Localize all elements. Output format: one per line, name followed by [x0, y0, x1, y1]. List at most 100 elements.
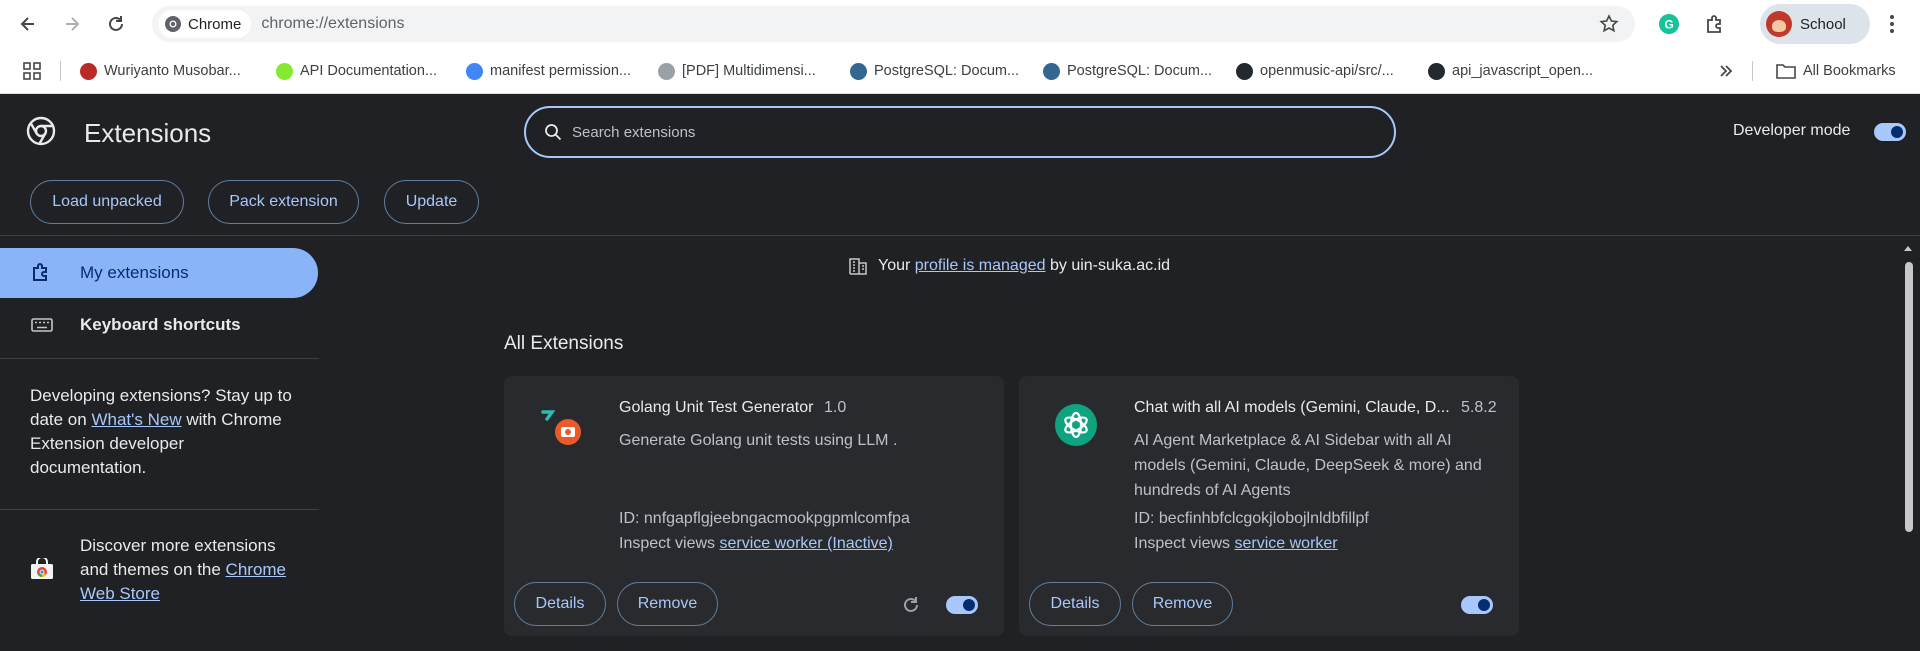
grammarly-icon: G: [1659, 14, 1679, 34]
profile-name: School: [1800, 15, 1846, 33]
extensions-header: Extensions Developer mode Load unpacked …: [0, 94, 1920, 236]
search-icon: [545, 124, 562, 141]
service-worker-link[interactable]: service worker: [1234, 535, 1337, 552]
managed-text: Your profile is managed by uin-suka.ac.i…: [878, 257, 1170, 275]
extension-id: ID: becfinhbfclcgokjlobojlnldbfillpf: [1134, 510, 1369, 527]
details-button[interactable]: Details: [1029, 582, 1121, 626]
url-text[interactable]: chrome://extensions: [261, 15, 404, 33]
remove-button[interactable]: Remove: [1132, 582, 1233, 626]
reload-icon[interactable]: [900, 594, 922, 616]
forward-arrow-icon: [66, 17, 80, 31]
google-icon: [466, 62, 483, 80]
bookmark-label: openmusic-api/src/...: [1260, 63, 1394, 79]
quora-icon: [80, 62, 97, 80]
inspect-views-label: Inspect views: [619, 535, 720, 552]
keyboard-icon: [31, 318, 53, 332]
sidebar-divider: [0, 509, 319, 510]
all-bookmarks-label: All Bookmarks: [1803, 63, 1896, 79]
load-unpacked-button[interactable]: Load unpacked: [30, 180, 184, 224]
extension-description: AI Agent Marketplace & AI Sidebar with a…: [1134, 432, 1482, 499]
bookmark-item[interactable]: PostgreSQL: Docum...: [1043, 60, 1212, 82]
chatgpt-icon: [1055, 404, 1097, 446]
chrome-icon: [165, 16, 181, 32]
svg-text:G: G: [1664, 18, 1673, 32]
bookmark-item[interactable]: manifest permission...: [466, 60, 631, 82]
bookmark-item[interactable]: PostgreSQL: Docum...: [850, 60, 1019, 82]
sidebar-item-keyboard-shortcuts[interactable]: Keyboard shortcuts: [0, 300, 318, 350]
extension-version: 5.8.2: [1461, 399, 1497, 416]
all-bookmarks-button[interactable]: All Bookmarks: [1776, 60, 1896, 82]
bookmarks-bar: All Bookmarks Wuriyanto Musobar... API Do…: [0, 48, 1920, 94]
sidebar-item-my-extensions[interactable]: My extensions: [0, 248, 318, 298]
bookmark-label: [PDF] Multidimensi...: [682, 63, 816, 79]
site-info-chip[interactable]: Chrome: [158, 10, 252, 38]
managed-suffix: by uin-suka.ac.id: [1045, 257, 1171, 274]
github-icon: [1428, 62, 1445, 80]
chrome-web-store-icon: [31, 558, 53, 579]
back-button[interactable]: [12, 8, 44, 40]
puzzle-icon: [1707, 15, 1721, 33]
apps-grid-icon: [23, 62, 41, 80]
inspect-views-label: Inspect views: [1134, 535, 1235, 552]
extension-name: Golang Unit Test Generator: [619, 399, 814, 416]
sidebar-item-label: My extensions: [80, 263, 189, 282]
site-info-label: Chrome: [188, 15, 242, 33]
bookmark-label: manifest permission...: [490, 63, 632, 79]
managed-prefix: Your: [878, 257, 915, 274]
reload-button[interactable]: [100, 8, 132, 40]
extension-id: ID: nnfgapflgjeebngacmookpgpmlcomfpa: [619, 510, 910, 527]
details-button[interactable]: Details: [514, 582, 606, 626]
extension-enable-toggle[interactable]: [946, 596, 978, 614]
bookmark-label: api_javascript_open...: [1452, 63, 1594, 79]
puzzle-icon: [33, 263, 47, 281]
extension-enable-toggle[interactable]: [1461, 596, 1493, 614]
developer-mode-label: Developer mode: [1733, 122, 1851, 139]
profile-managed-link[interactable]: profile is managed: [915, 257, 1046, 274]
forward-button[interactable]: [56, 8, 88, 40]
bookmarks-divider: [1752, 61, 1753, 81]
extension-version: 1.0: [824, 399, 847, 416]
bookmark-item[interactable]: openmusic-api/src/...: [1236, 60, 1394, 82]
update-button[interactable]: Update: [384, 180, 479, 224]
bookmark-item[interactable]: [PDF] Multidimensi...: [658, 60, 816, 82]
sidebar: My extensions Keyboard shortcuts Develop…: [0, 236, 320, 651]
pack-extension-button[interactable]: Pack extension: [208, 180, 359, 224]
bookmark-star-icon[interactable]: [1599, 14, 1619, 34]
bookmark-item[interactable]: Wuriyanto Musobar...: [80, 60, 241, 82]
scroll-up-arrow-icon[interactable]: [1903, 244, 1913, 252]
kebab-menu-icon: [1890, 15, 1894, 33]
scrollbar-thumb[interactable]: [1905, 262, 1913, 532]
reload-icon: [109, 16, 123, 31]
developer-mode-toggle[interactable]: [1874, 123, 1906, 141]
whats-new-link[interactable]: What's New: [91, 410, 181, 429]
search-box[interactable]: [524, 106, 1396, 158]
grammarly-extension-button[interactable]: G: [1657, 12, 1681, 36]
web-store-info-text: Discover more extensions and themes on t…: [80, 534, 300, 606]
managed-profile-notice: Your profile is managed by uin-suka.ac.i…: [848, 254, 1170, 278]
extensions-menu-button[interactable]: [1703, 12, 1727, 36]
profile-button[interactable]: School: [1760, 4, 1870, 44]
postgres-icon: [850, 62, 867, 80]
avatar: [1766, 11, 1792, 37]
apps-button[interactable]: [22, 60, 42, 82]
extension-card: Chat with all AI models (Gemini, Claude,…: [1019, 376, 1519, 636]
chrome-menu-button[interactable]: [1880, 12, 1904, 36]
more-bookmarks-button[interactable]: [1718, 60, 1734, 82]
inspect-views: Inspect views service worker: [1134, 535, 1338, 553]
building-icon: [849, 258, 867, 275]
bookmark-label: Wuriyanto Musobar...: [104, 63, 241, 79]
bookmark-label: PostgreSQL: Docum...: [874, 63, 1020, 79]
service-worker-link[interactable]: service worker (Inactive): [719, 535, 892, 552]
extension-description: Generate Golang unit tests using LLM .: [619, 432, 898, 449]
bookmark-item[interactable]: api_javascript_open...: [1428, 60, 1593, 82]
search-input[interactable]: [572, 123, 1332, 141]
postgres-icon: [1043, 62, 1060, 80]
api-icon: [276, 62, 293, 80]
extension-name: Chat with all AI models (Gemini, Claude,…: [1134, 399, 1450, 416]
remove-button[interactable]: Remove: [617, 582, 718, 626]
bookmark-item[interactable]: API Documentation...: [276, 60, 437, 82]
address-bar[interactable]: Chrome chrome://extensions: [152, 6, 1635, 42]
inspect-views: Inspect views service worker (Inactive): [619, 535, 893, 553]
folder-icon: [1776, 64, 1796, 79]
chevron-double-right-icon: [1720, 65, 1733, 77]
